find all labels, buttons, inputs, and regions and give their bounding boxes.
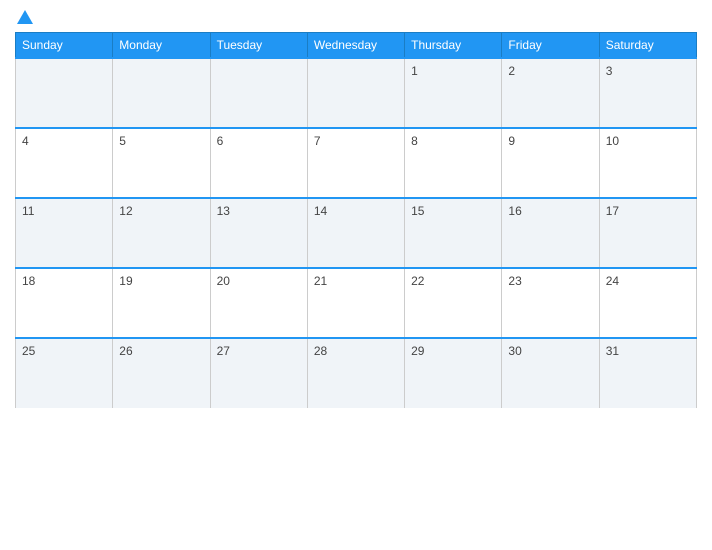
- day-number: 30: [508, 344, 521, 358]
- day-number: 9: [508, 134, 515, 148]
- calendar-cell: 19: [113, 268, 210, 338]
- day-number: 17: [606, 204, 619, 218]
- calendar-cell: 20: [210, 268, 307, 338]
- calendar-cell: 21: [307, 268, 404, 338]
- weekday-header-row: SundayMondayTuesdayWednesdayThursdayFrid…: [16, 33, 697, 59]
- calendar-week-row: 25 26 27 28 29 30 31: [16, 338, 697, 408]
- logo-triangle-icon: [17, 10, 33, 24]
- calendar-page: SundayMondayTuesdayWednesdayThursdayFrid…: [0, 0, 712, 550]
- weekday-header-saturday: Saturday: [599, 33, 696, 59]
- weekday-header-wednesday: Wednesday: [307, 33, 404, 59]
- calendar-cell: 5: [113, 128, 210, 198]
- calendar-cell: [113, 58, 210, 128]
- day-number: 14: [314, 204, 327, 218]
- day-number: 8: [411, 134, 418, 148]
- day-number: 10: [606, 134, 619, 148]
- day-number: 2: [508, 64, 515, 78]
- logo: [15, 10, 33, 26]
- calendar-cell: 28: [307, 338, 404, 408]
- calendar-cell: 12: [113, 198, 210, 268]
- day-number: 1: [411, 64, 418, 78]
- calendar-cell: 6: [210, 128, 307, 198]
- weekday-header-thursday: Thursday: [405, 33, 502, 59]
- day-number: 20: [217, 274, 230, 288]
- day-number: 31: [606, 344, 619, 358]
- calendar-cell: [210, 58, 307, 128]
- day-number: 26: [119, 344, 132, 358]
- calendar-cell: 30: [502, 338, 599, 408]
- day-number: 23: [508, 274, 521, 288]
- weekday-header-tuesday: Tuesday: [210, 33, 307, 59]
- day-number: 28: [314, 344, 327, 358]
- day-number: 3: [606, 64, 613, 78]
- calendar-cell: 10: [599, 128, 696, 198]
- weekday-header-friday: Friday: [502, 33, 599, 59]
- calendar-week-row: 4 5 6 7 8 9 10: [16, 128, 697, 198]
- day-number: 21: [314, 274, 327, 288]
- day-number: 5: [119, 134, 126, 148]
- calendar-cell: 29: [405, 338, 502, 408]
- day-number: 22: [411, 274, 424, 288]
- day-number: 11: [22, 204, 34, 218]
- day-number: 6: [217, 134, 224, 148]
- day-number: 15: [411, 204, 424, 218]
- calendar-cell: [16, 58, 113, 128]
- day-number: 24: [606, 274, 619, 288]
- calendar-cell: 3: [599, 58, 696, 128]
- day-number: 13: [217, 204, 230, 218]
- calendar-cell: [307, 58, 404, 128]
- calendar-cell: 7: [307, 128, 404, 198]
- calendar-cell: 15: [405, 198, 502, 268]
- weekday-header-sunday: Sunday: [16, 33, 113, 59]
- day-number: 16: [508, 204, 521, 218]
- day-number: 4: [22, 134, 29, 148]
- calendar-cell: 24: [599, 268, 696, 338]
- calendar-cell: 17: [599, 198, 696, 268]
- calendar-week-row: 18 19 20 21 22 23 24: [16, 268, 697, 338]
- calendar-cell: 23: [502, 268, 599, 338]
- calendar-cell: 22: [405, 268, 502, 338]
- calendar-cell: 14: [307, 198, 404, 268]
- calendar-cell: 8: [405, 128, 502, 198]
- day-number: 18: [22, 274, 35, 288]
- calendar-cell: 26: [113, 338, 210, 408]
- calendar-table: SundayMondayTuesdayWednesdayThursdayFrid…: [15, 32, 697, 408]
- day-number: 29: [411, 344, 424, 358]
- day-number: 19: [119, 274, 132, 288]
- calendar-cell: 2: [502, 58, 599, 128]
- day-number: 25: [22, 344, 35, 358]
- calendar-cell: 27: [210, 338, 307, 408]
- calendar-cell: 1: [405, 58, 502, 128]
- weekday-header-monday: Monday: [113, 33, 210, 59]
- day-number: 7: [314, 134, 321, 148]
- day-number: 27: [217, 344, 230, 358]
- calendar-cell: 9: [502, 128, 599, 198]
- calendar-header: [15, 10, 697, 26]
- calendar-cell: 25: [16, 338, 113, 408]
- calendar-cell: 13: [210, 198, 307, 268]
- day-number: 12: [119, 204, 132, 218]
- calendar-cell: 11: [16, 198, 113, 268]
- calendar-cell: 31: [599, 338, 696, 408]
- calendar-cell: 4: [16, 128, 113, 198]
- calendar-week-row: 11 12 13 14 15 16 17: [16, 198, 697, 268]
- calendar-cell: 18: [16, 268, 113, 338]
- calendar-week-row: 1 2 3: [16, 58, 697, 128]
- calendar-cell: 16: [502, 198, 599, 268]
